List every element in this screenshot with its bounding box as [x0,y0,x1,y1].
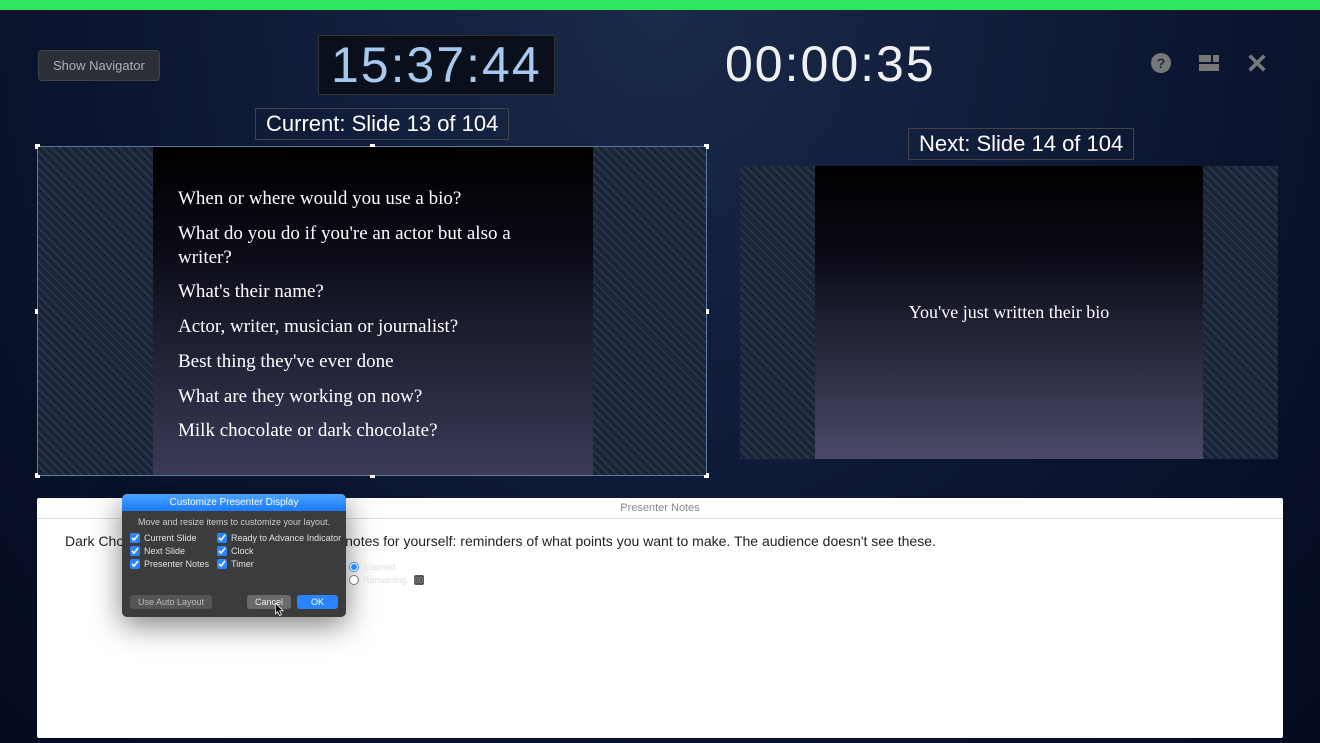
checkbox-timer[interactable]: Timer [217,559,341,569]
checkbox-label: Timer [231,559,254,569]
slide-line: What's their name? [178,280,568,304]
next-slide-label: Next: Slide 14 of 104 [908,128,1134,160]
checkbox-label: Current Slide [144,533,197,543]
current-slide-content: When or where would you use a bio? What … [153,147,593,475]
slide-letterbox [38,147,153,475]
slide-line: Best thing they've ever done [178,350,568,374]
slide-line: What are they working on now? [178,385,568,409]
slide-line: You've just written their bio [909,302,1109,323]
use-auto-layout-button[interactable]: Use Auto Layout [130,595,212,609]
checkbox-label: Next Slide [144,546,185,556]
ok-button[interactable]: OK [297,595,338,609]
checkbox-current-slide[interactable]: Current Slide [130,533,209,543]
checkbox-ready-indicator[interactable]: Ready to Advance Indicator [217,533,341,543]
current-slide-container[interactable]: When or where would you use a bio? What … [37,146,707,476]
radio-label: Remaining [363,575,406,585]
slide-line: What do you do if you're an actor but al… [178,222,568,270]
close-icon[interactable] [1244,50,1270,76]
clock-display[interactable]: 15:37:44 [318,35,555,95]
svg-text:?: ? [1157,55,1166,71]
checkbox-clock[interactable]: Clock [217,546,341,556]
slide-line: Milk chocolate or dark chocolate? [178,419,568,443]
radio-label: Elapsed [363,562,396,572]
timer-display[interactable]: 00:00:35 [725,35,936,93]
checkbox-label: Ready to Advance Indicator [231,533,341,543]
checkbox-label: Clock [231,546,254,556]
radio-elapsed[interactable]: Elapsed [349,562,424,572]
layout-icon[interactable] [1196,50,1222,76]
slide-letterbox [1203,166,1278,459]
current-slide-label: Current: Slide 13 of 104 [255,108,509,140]
ready-to-advance-indicator [0,0,1320,10]
slide-line: Actor, writer, musician or journalist? [178,315,568,339]
customize-presenter-dialog[interactable]: Customize Presenter Display Move and res… [122,494,346,617]
radio-remaining[interactable]: Remaining [349,575,424,585]
next-slide-content: You've just written their bio [815,166,1203,459]
dialog-title: Customize Presenter Display [122,494,346,511]
timer-value-field[interactable] [414,575,424,585]
slide-letterbox [740,166,815,459]
checkbox-presenter-notes[interactable]: Presenter Notes [130,559,209,569]
slide-letterbox [591,147,706,475]
slide-line: When or where would you use a bio? [178,187,568,211]
next-slide-container[interactable]: You've just written their bio [740,166,1278,459]
checkbox-label: Presenter Notes [144,559,209,569]
help-icon[interactable]: ? [1148,50,1174,76]
cancel-button[interactable]: Cancel [247,595,291,609]
show-navigator-button[interactable]: Show Navigator [38,50,160,81]
dialog-subtitle: Move and resize items to customize your … [122,511,346,531]
checkbox-next-slide[interactable]: Next Slide [130,546,209,556]
